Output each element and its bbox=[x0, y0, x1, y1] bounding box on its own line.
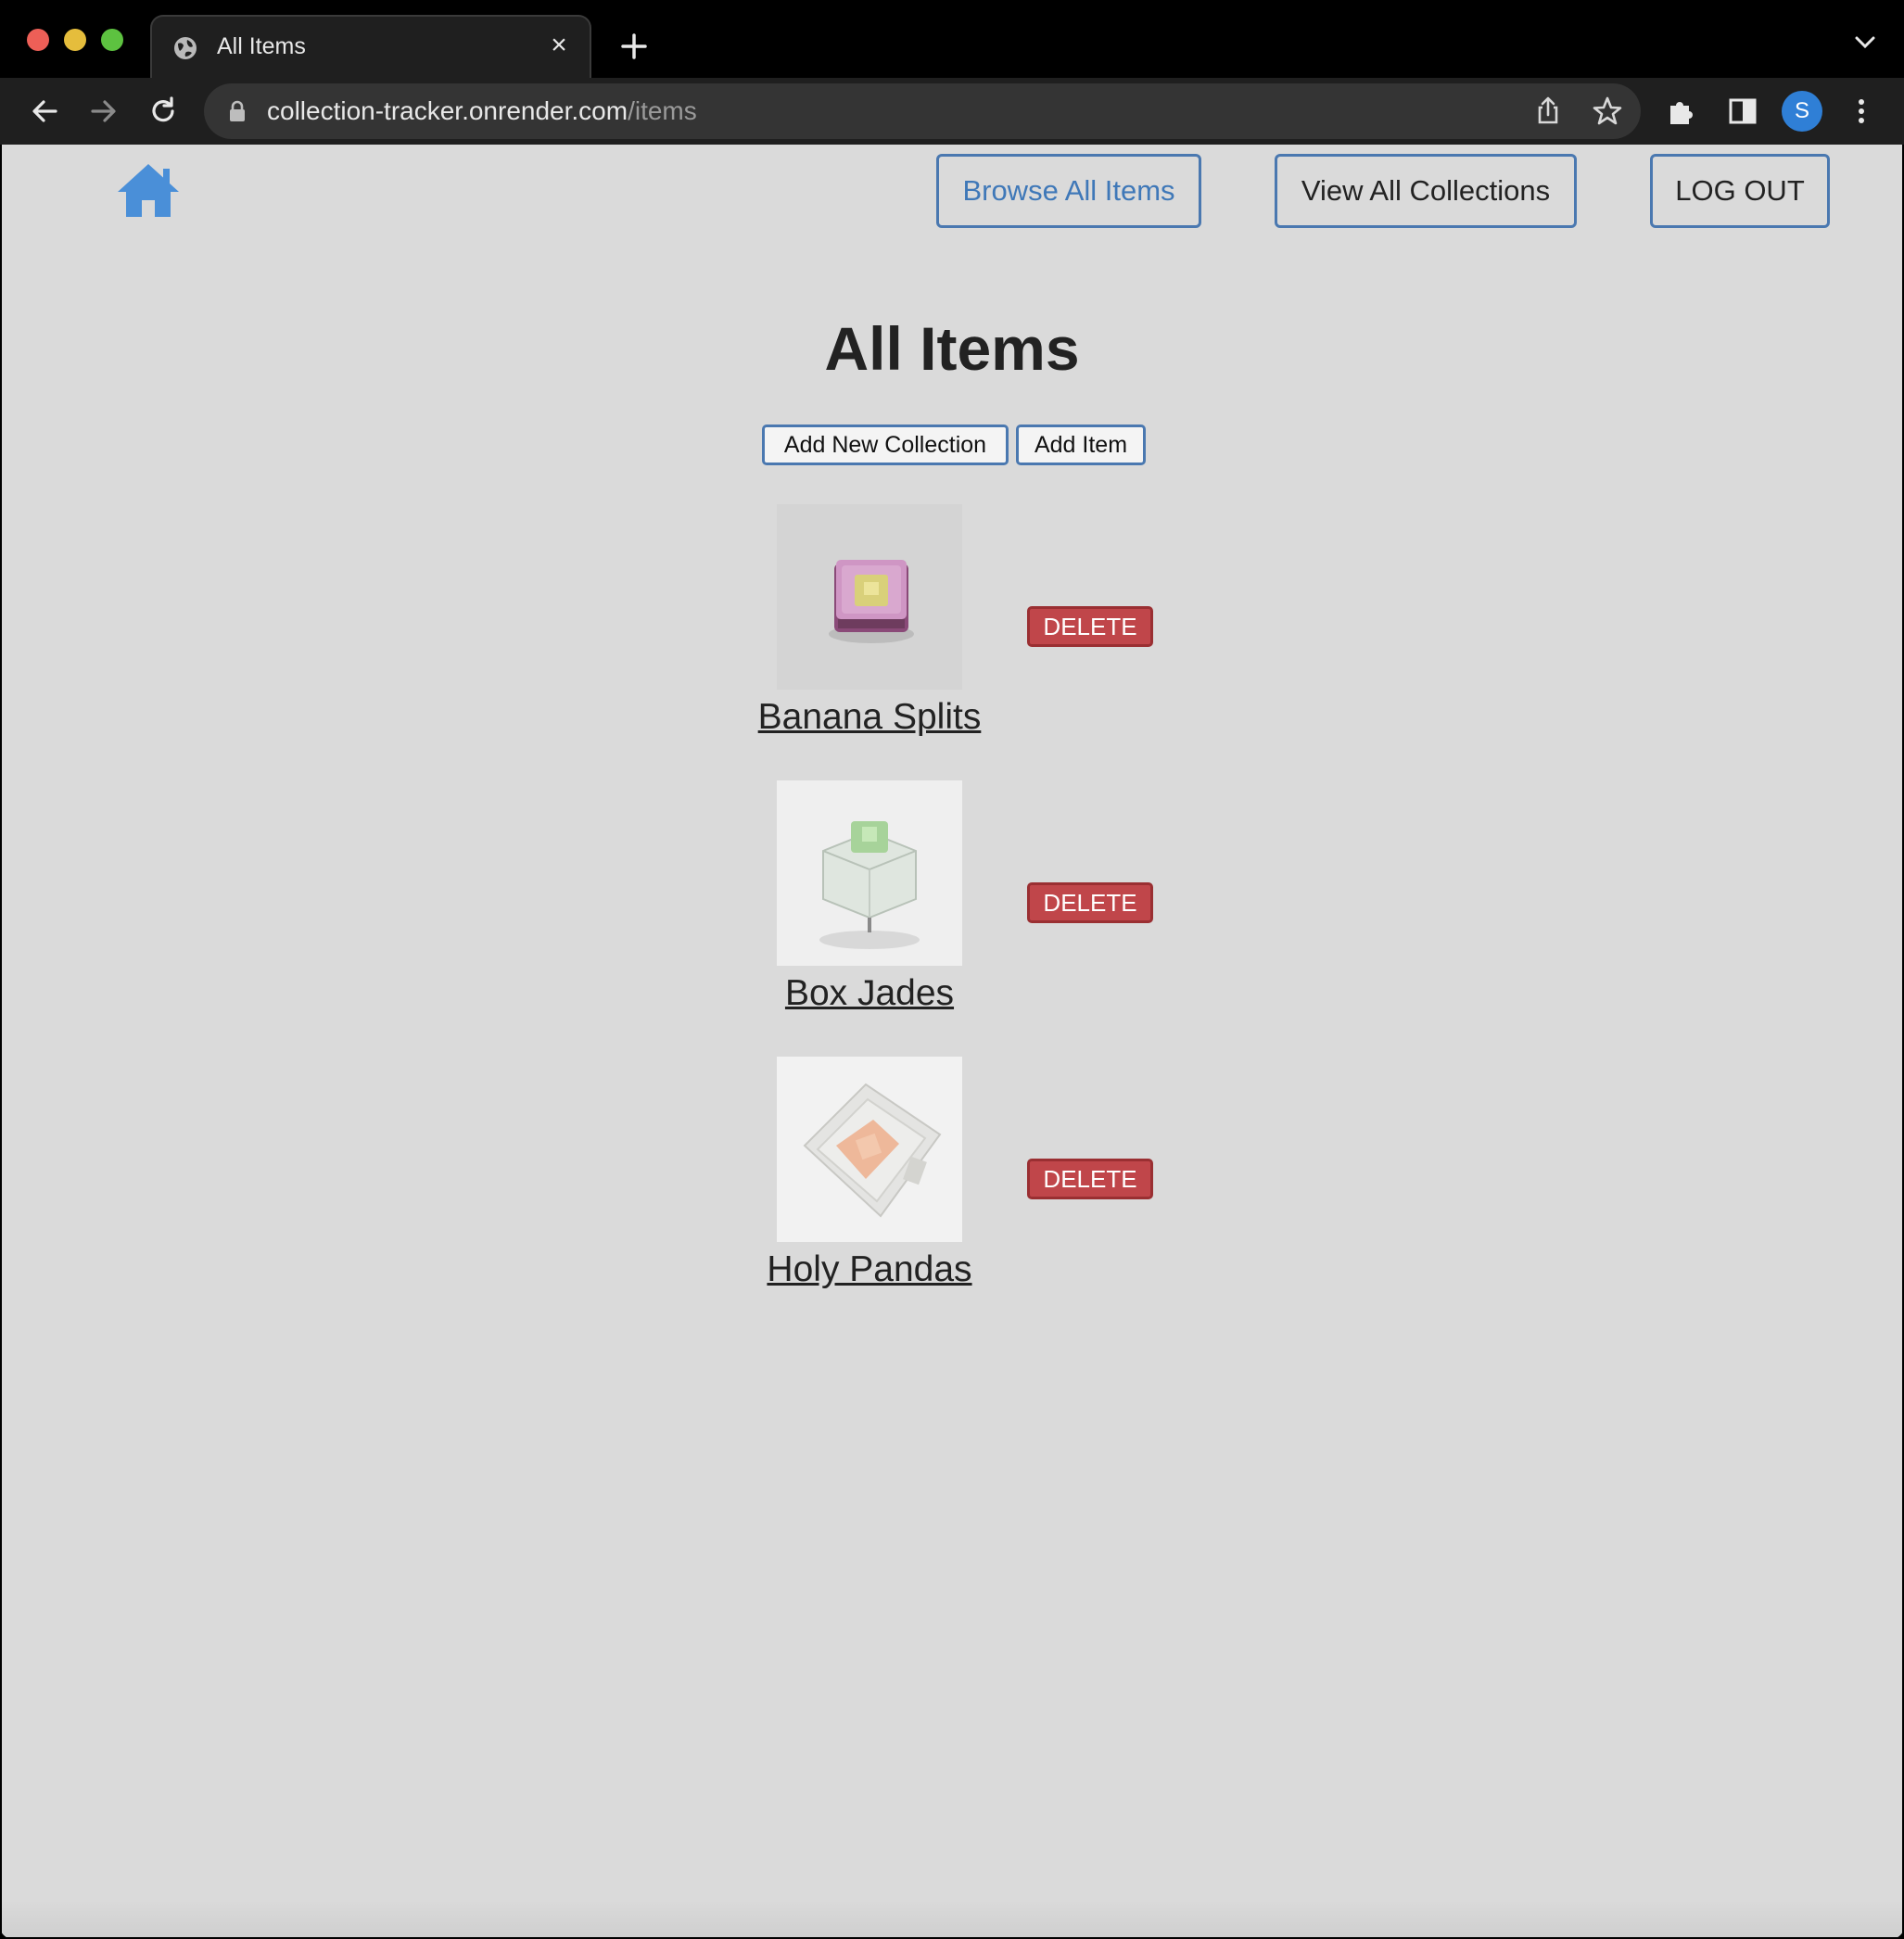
lock-icon[interactable] bbox=[228, 100, 247, 122]
close-window-button[interactable] bbox=[27, 29, 49, 51]
new-tab-icon[interactable] bbox=[616, 28, 653, 65]
url-path: /items bbox=[628, 96, 697, 125]
delete-button[interactable]: DELETE bbox=[1027, 606, 1153, 647]
address-bar[interactable]: collection-tracker.onrender.com/items bbox=[204, 83, 1641, 139]
globe-icon bbox=[174, 37, 197, 59]
page-title: All Items bbox=[824, 314, 1080, 383]
delete-button[interactable]: DELETE bbox=[1027, 1159, 1153, 1199]
back-arrow-icon[interactable] bbox=[28, 95, 61, 128]
browser-toolbar: collection-tracker.onrender.com/items S bbox=[0, 78, 1904, 145]
chevron-down-icon[interactable] bbox=[1854, 35, 1876, 50]
browse-all-items-button[interactable]: Browse All Items bbox=[936, 154, 1201, 228]
browser-tab-active[interactable]: All Items × bbox=[150, 15, 591, 78]
item-image-box-jades[interactable] bbox=[777, 780, 962, 966]
keyboard-switch-image bbox=[777, 780, 962, 966]
item-image-holy-pandas[interactable] bbox=[777, 1057, 962, 1242]
page-viewport: Browse All Items View All Collections LO… bbox=[2, 145, 1902, 1937]
browser-window: All Items × collection-tracker.onrender.… bbox=[0, 0, 1904, 1939]
page-bottom-shade bbox=[2, 1900, 1902, 1937]
list-item: Holy Pandas DELETE bbox=[725, 1057, 1188, 1325]
item-link[interactable]: Box Jades bbox=[725, 973, 1014, 1014]
forward-arrow-icon[interactable] bbox=[87, 95, 121, 128]
add-new-collection-button[interactable]: Add New Collection bbox=[762, 425, 1009, 465]
bookmark-star-icon[interactable] bbox=[1591, 95, 1624, 128]
profile-avatar[interactable]: S bbox=[1782, 91, 1822, 132]
tab-title: All Items bbox=[217, 33, 306, 59]
tab-strip: All Items × bbox=[0, 0, 1904, 78]
view-all-collections-button[interactable]: View All Collections bbox=[1275, 154, 1577, 228]
extensions-puzzle-icon[interactable] bbox=[1665, 95, 1698, 128]
list-item: Box Jades DELETE bbox=[725, 780, 1188, 1049]
zoom-window-button[interactable] bbox=[101, 29, 123, 51]
minimize-window-button[interactable] bbox=[64, 29, 86, 51]
side-panel-icon[interactable] bbox=[1726, 95, 1759, 128]
logout-button[interactable]: LOG OUT bbox=[1650, 154, 1830, 228]
reload-icon[interactable] bbox=[146, 95, 180, 128]
add-item-button[interactable]: Add Item bbox=[1016, 425, 1146, 465]
keyboard-switch-image bbox=[777, 504, 962, 690]
keyboard-switch-image bbox=[777, 1057, 962, 1242]
item-link[interactable]: Holy Pandas bbox=[725, 1249, 1014, 1290]
delete-button[interactable]: DELETE bbox=[1027, 882, 1153, 923]
kebab-menu-icon[interactable] bbox=[1845, 95, 1878, 128]
tab-close-icon[interactable]: × bbox=[545, 32, 573, 59]
home-icon[interactable] bbox=[115, 161, 182, 219]
item-link[interactable]: Banana Splits bbox=[725, 697, 1014, 738]
url-host: collection-tracker.onrender.com bbox=[267, 96, 628, 125]
item-image-banana-splits[interactable] bbox=[777, 504, 962, 690]
list-item: Banana Splits DELETE bbox=[725, 504, 1188, 773]
url-text: collection-tracker.onrender.com/items bbox=[267, 96, 697, 126]
share-icon[interactable] bbox=[1531, 95, 1565, 128]
